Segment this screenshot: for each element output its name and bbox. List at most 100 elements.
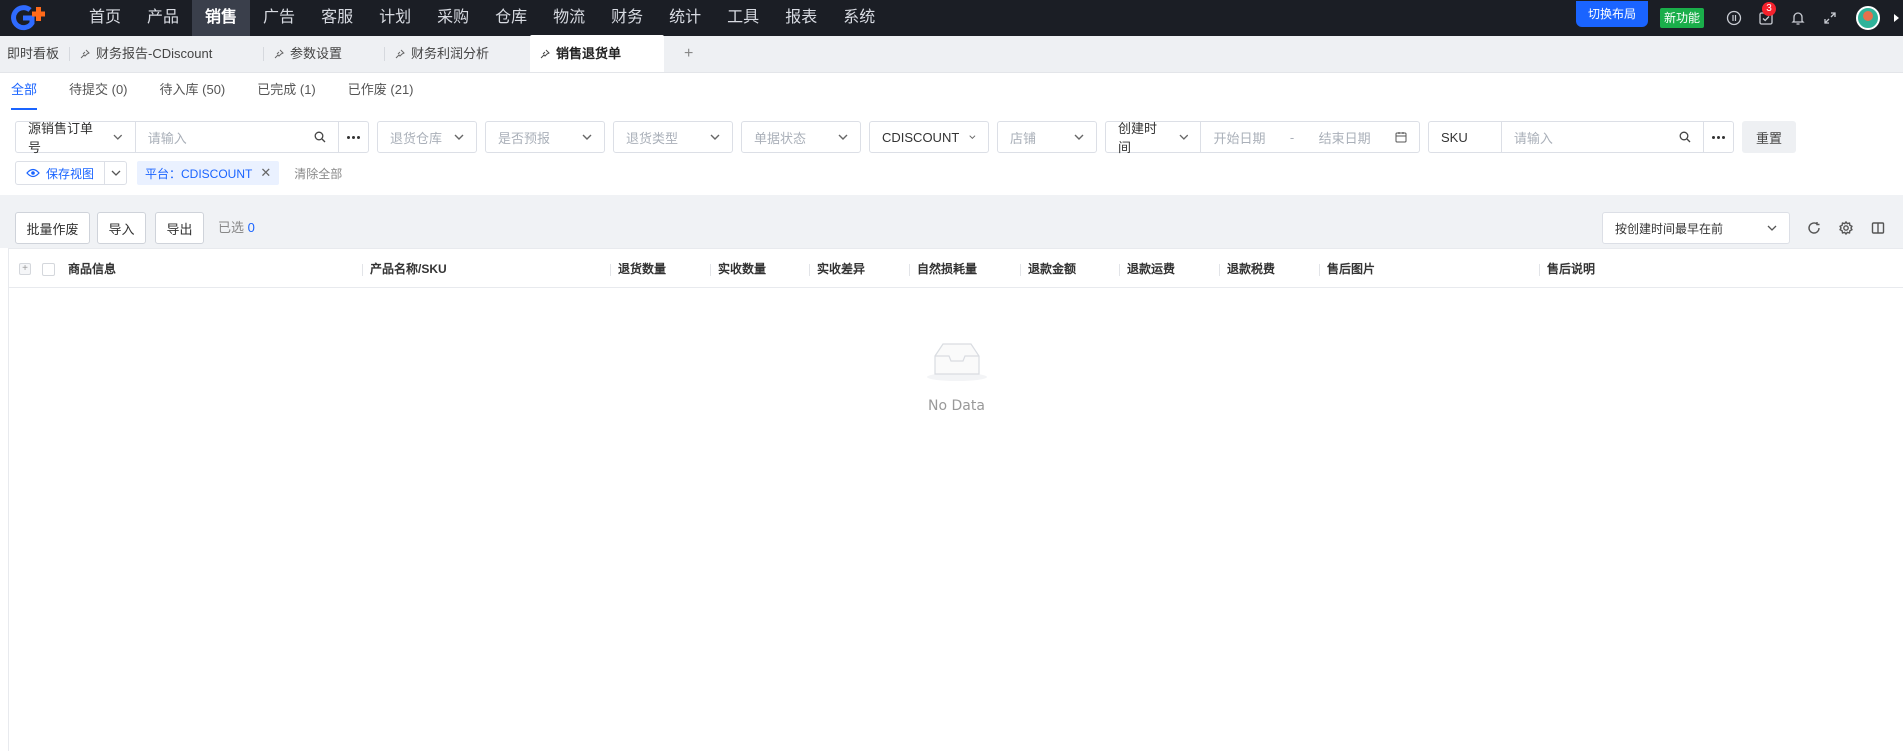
expand-all-toggle[interactable]: + [19, 263, 31, 275]
nav-item-finance[interactable]: 财务 [598, 0, 656, 36]
column-divider[interactable] [1539, 264, 1540, 276]
status-tab-voided[interactable]: 已作废 (21) [348, 73, 414, 110]
pin-icon[interactable] [80, 49, 90, 59]
column-divider[interactable] [1119, 264, 1120, 276]
column-divider[interactable] [1219, 264, 1220, 276]
sort-select[interactable]: 按创建时间最早在前 [1602, 212, 1790, 244]
nav-item-purchase[interactable]: 采购 [424, 0, 482, 36]
task-check-icon[interactable]: 3 [1750, 0, 1782, 36]
page-tab-sales-return[interactable]: 销售退货单 [530, 35, 665, 72]
search-icon[interactable] [1679, 131, 1691, 143]
order-search-group: 源销售订单号 请输入 [15, 121, 369, 155]
settings-gear-icon[interactable] [1830, 212, 1862, 244]
nav-item-sales[interactable]: 销售 [192, 0, 251, 36]
fullscreen-icon[interactable] [1814, 0, 1846, 36]
column-header-aftersale-notes[interactable]: 售后说明 [1547, 249, 1595, 289]
date-separator: - [1289, 129, 1295, 145]
nav-item-product[interactable]: 产品 [134, 0, 192, 36]
main-menu: 首页 产品 销售 广告 客服 计划 采购 仓库 物流 财务 统计 工具 报表 系… [76, 0, 888, 36]
sku-search-input[interactable]: 请输入 [1502, 122, 1703, 152]
more-options-button[interactable] [338, 122, 368, 152]
order-search-input[interactable]: 请输入 [136, 122, 338, 152]
user-avatar[interactable] [1856, 6, 1880, 30]
nav-item-system[interactable]: 系统 [830, 0, 888, 36]
column-divider[interactable] [909, 264, 910, 276]
export-button[interactable]: 导出 [155, 212, 204, 244]
column-divider[interactable] [1319, 264, 1320, 276]
platform-select[interactable]: CDISCOUNT [869, 121, 989, 153]
page-tab-dashboard[interactable]: 即时看板 [0, 35, 69, 72]
status-tab-pending-submit[interactable]: 待提交 (0) [69, 73, 128, 110]
save-view-button[interactable]: 保存视图 [16, 162, 104, 184]
order-type-select[interactable]: 源销售订单号 [16, 121, 135, 155]
status-tab-completed[interactable]: 已完成 (1) [257, 73, 316, 110]
doc-status-select[interactable]: 单据状态 [741, 121, 861, 153]
add-tab-button[interactable]: + [664, 35, 713, 72]
nav-item-plan[interactable]: 计划 [366, 0, 424, 36]
nav-item-tools[interactable]: 工具 [714, 0, 772, 36]
column-divider[interactable] [809, 264, 810, 276]
pin-icon[interactable] [395, 49, 405, 59]
column-header-product-info[interactable]: 商品信息 [68, 249, 116, 289]
nav-item-ads[interactable]: 广告 [250, 0, 308, 36]
sku-label-text: SKU [1441, 129, 1468, 145]
return-type-select[interactable]: 退货类型 [613, 121, 733, 153]
save-view-button-group: 保存视图 [15, 161, 128, 185]
filter-bar: 源销售订单号 请输入 退货仓库 是否预报 退货类型 单据状态 CDISCOUNT… [15, 121, 1797, 155]
column-header-natural-loss[interactable]: 自然损耗量 [917, 249, 977, 289]
select-all-checkbox[interactable] [42, 263, 55, 276]
date-type-select[interactable]: 创建时间 [1106, 121, 1200, 155]
nav-item-stats[interactable]: 统计 [656, 0, 714, 36]
status-tabs: 全部 待提交 (0) 待入库 (50) 已完成 (1) 已作废 (21) [0, 73, 446, 110]
column-divider[interactable] [710, 264, 711, 276]
nav-item-service[interactable]: 客服 [308, 0, 366, 36]
new-feature-badge[interactable]: 新功能 [1659, 8, 1704, 28]
return-warehouse-select[interactable]: 退货仓库 [377, 121, 477, 153]
reset-button[interactable]: 重置 [1742, 121, 1797, 153]
refresh-icon[interactable] [1798, 212, 1830, 244]
batch-void-button[interactable]: 批量作废 [15, 212, 90, 244]
column-header-refund-tax[interactable]: 退款税费 [1227, 249, 1275, 289]
page-tab-profit-analysis[interactable]: 财务利润分析 [385, 35, 530, 72]
date-range-input[interactable]: 开始日期 - 结束日期 [1201, 122, 1419, 152]
search-icon[interactable] [314, 131, 326, 143]
nav-item-home[interactable]: 首页 [76, 0, 134, 36]
save-view-dropdown[interactable] [104, 162, 126, 184]
column-divider[interactable] [610, 264, 611, 276]
pin-icon[interactable] [274, 49, 284, 59]
nav-item-reports[interactable]: 报表 [772, 0, 830, 36]
status-tab-all[interactable]: 全部 [11, 73, 38, 110]
column-header-refund-shipping[interactable]: 退款运费 [1127, 249, 1175, 289]
switch-layout-button[interactable]: 切换布局 [1575, 1, 1648, 27]
column-header-product-name-sku[interactable]: 产品名称/SKU [370, 249, 447, 289]
store-select[interactable]: 店铺 [997, 121, 1097, 153]
app-logo[interactable] [0, 0, 60, 36]
page-tab-settings[interactable]: 参数设置 [264, 35, 384, 72]
calendar-icon[interactable] [1395, 131, 1407, 143]
nav-item-logistics[interactable]: 物流 [540, 0, 598, 36]
forecast-select[interactable]: 是否预报 [485, 121, 605, 153]
import-button[interactable]: 导入 [97, 212, 146, 244]
caret-right-icon[interactable] [1894, 14, 1899, 22]
column-divider[interactable] [362, 264, 363, 276]
platform-tag-label: 平台：CDISCOUNT [145, 166, 253, 181]
column-header-received-qty[interactable]: 实收数量 [718, 249, 766, 289]
columns-icon[interactable] [1862, 212, 1894, 244]
bell-icon[interactable] [1782, 0, 1814, 36]
clear-all-link[interactable]: 清除全部 [294, 165, 342, 182]
pin-icon[interactable] [540, 49, 550, 59]
column-header-received-diff[interactable]: 实收差异 [817, 249, 865, 289]
column-header-aftersale-images[interactable]: 售后图片 [1327, 249, 1375, 289]
status-tab-pending-inbound[interactable]: 待入库 (50) [160, 73, 226, 110]
column-divider[interactable] [1020, 264, 1021, 276]
end-date-placeholder: 结束日期 [1318, 130, 1371, 146]
sku-label[interactable]: SKU [1429, 122, 1501, 152]
column-header-refund-amount[interactable]: 退款金额 [1028, 249, 1076, 289]
page-tab-finance-report[interactable]: 财务报告-CDiscount [70, 35, 263, 72]
nav-item-warehouse[interactable]: 仓库 [482, 0, 540, 36]
column-header-return-qty[interactable]: 退货数量 [618, 249, 666, 289]
more-options-button[interactable] [1703, 122, 1733, 152]
info-circle-icon[interactable] [1718, 0, 1750, 36]
table-header: + 商品信息 产品名称/SKU 退货数量 实收数量 实收差异 自然损耗量 退款金… [9, 248, 1903, 288]
close-icon[interactable]: ✕ [260, 165, 271, 181]
